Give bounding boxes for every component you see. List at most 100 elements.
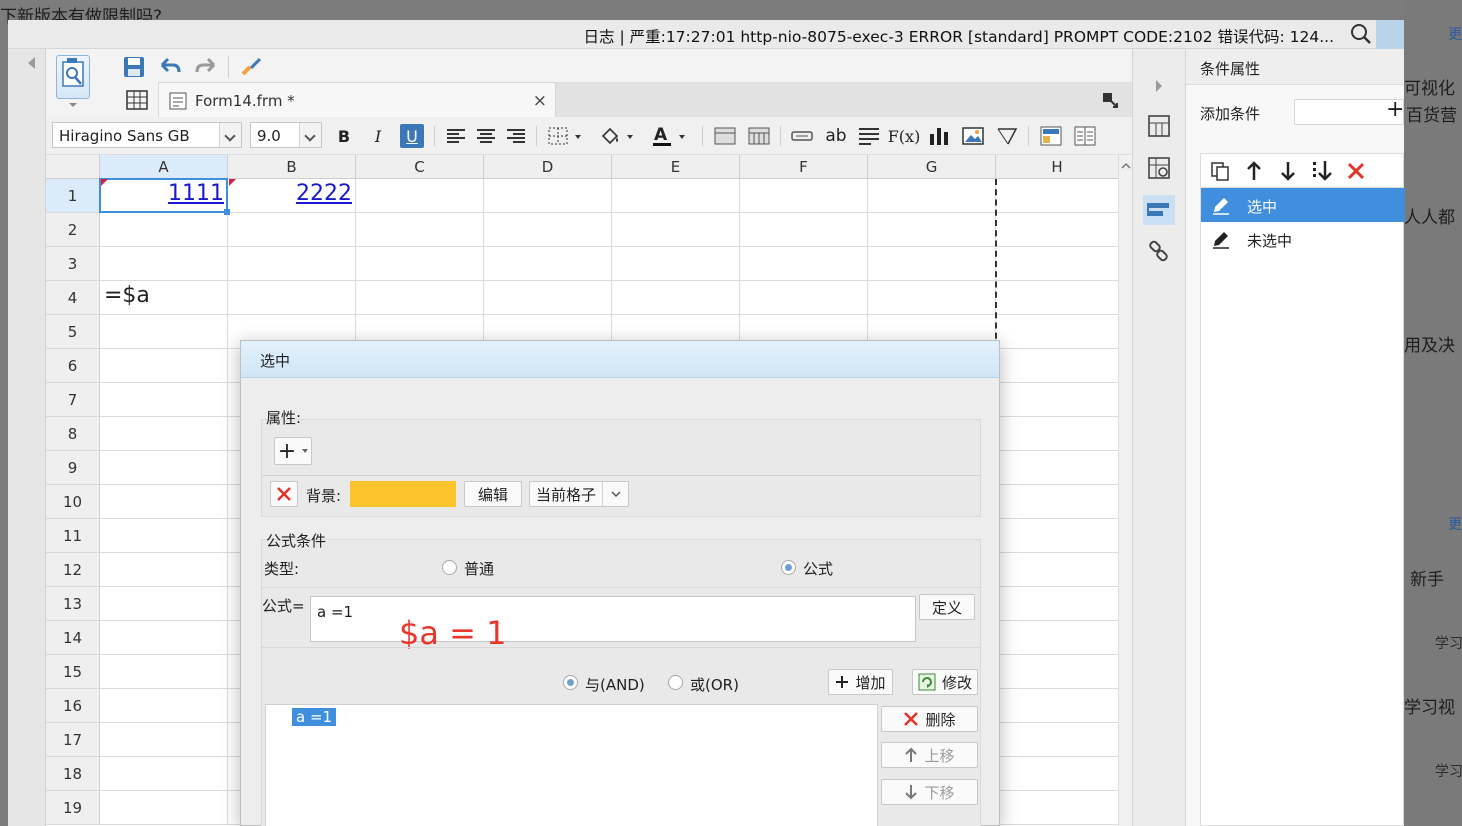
column-header-h[interactable]: H bbox=[996, 155, 1118, 179]
row-header-16[interactable]: 16 bbox=[46, 689, 100, 723]
delete-button[interactable]: 删除 bbox=[881, 706, 978, 732]
select-all-corner[interactable] bbox=[46, 155, 100, 179]
hyperlink-icon[interactable] bbox=[1143, 237, 1175, 267]
type-formula-radio[interactable] bbox=[781, 560, 796, 575]
font-family-select[interactable]: Hiragino Sans GB bbox=[52, 122, 242, 148]
modify-condition-button[interactable]: 修改 bbox=[912, 669, 978, 695]
scope-select[interactable]: 当前格子 bbox=[529, 481, 629, 507]
image-icon[interactable] bbox=[960, 124, 986, 148]
paragraph-icon[interactable] bbox=[856, 124, 882, 148]
collapse-left-icon[interactable] bbox=[28, 57, 35, 69]
cell-h4[interactable] bbox=[996, 281, 1118, 315]
row-header-13[interactable]: 13 bbox=[46, 587, 100, 621]
cell-h12[interactable] bbox=[996, 553, 1118, 587]
row-header-15[interactable]: 15 bbox=[46, 655, 100, 689]
split-cells-icon[interactable] bbox=[746, 124, 772, 148]
copy-icon[interactable] bbox=[1207, 158, 1233, 184]
chevron-down-icon[interactable] bbox=[219, 123, 241, 147]
cell-h13[interactable] bbox=[996, 587, 1118, 621]
dialog-title-bar[interactable]: 选中 bbox=[241, 341, 999, 378]
tab-menu-icon[interactable] bbox=[1102, 92, 1118, 108]
logic-or-radio[interactable] bbox=[668, 675, 683, 690]
align-left-icon[interactable] bbox=[444, 124, 468, 148]
freeze-icon[interactable] bbox=[1038, 124, 1064, 148]
cell-a7[interactable] bbox=[100, 383, 228, 417]
cell-h11[interactable] bbox=[996, 519, 1118, 553]
row-header-7[interactable]: 7 bbox=[46, 383, 100, 417]
cell-h3[interactable] bbox=[996, 247, 1118, 281]
move-up-button[interactable]: 上移 bbox=[881, 742, 978, 768]
button-widget-icon[interactable] bbox=[790, 124, 814, 148]
cell-a14[interactable] bbox=[100, 621, 228, 655]
cell-element-icon[interactable] bbox=[1143, 153, 1175, 183]
cell-b3[interactable] bbox=[228, 247, 356, 281]
delete-condition-icon[interactable] bbox=[1343, 158, 1369, 184]
cell-c3[interactable] bbox=[356, 247, 484, 281]
condition-attributes-icon[interactable] bbox=[1143, 195, 1175, 225]
cell-b2[interactable] bbox=[228, 213, 356, 247]
move-down-button[interactable]: 下移 bbox=[881, 779, 978, 805]
column-header-d[interactable]: D bbox=[484, 155, 612, 179]
column-header-c[interactable]: C bbox=[356, 155, 484, 179]
cell-a5[interactable] bbox=[100, 315, 228, 349]
define-button[interactable]: 定义 bbox=[919, 594, 975, 620]
cell-h6[interactable] bbox=[996, 349, 1118, 383]
cell-a3[interactable] bbox=[100, 247, 228, 281]
background-color-swatch[interactable] bbox=[350, 481, 456, 507]
row-header-18[interactable]: 18 bbox=[46, 757, 100, 791]
row-header-17[interactable]: 17 bbox=[46, 723, 100, 757]
row-header-5[interactable]: 5 bbox=[46, 315, 100, 349]
background-link[interactable]: 更 bbox=[1448, 514, 1462, 534]
condition-item-unselected[interactable]: 未选中 bbox=[1201, 222, 1405, 256]
condition-expression-list[interactable]: a =1 bbox=[265, 704, 878, 826]
cell-g1[interactable] bbox=[868, 179, 996, 213]
row-header-6[interactable]: 6 bbox=[46, 349, 100, 383]
cell-c4[interactable] bbox=[356, 281, 484, 315]
cell-d4[interactable] bbox=[484, 281, 612, 315]
fill-handle[interactable] bbox=[224, 209, 230, 215]
log-message[interactable]: 日志 | 严重:17:27:01 http-nio-8075-exec-3 ER… bbox=[584, 25, 1334, 47]
bold-button[interactable]: B bbox=[334, 124, 354, 148]
row-header-3[interactable]: 3 bbox=[46, 247, 100, 281]
cell-d3[interactable] bbox=[484, 247, 612, 281]
cell-d1[interactable] bbox=[484, 179, 612, 213]
column-header-f[interactable]: F bbox=[740, 155, 868, 179]
slash-line-icon[interactable] bbox=[994, 124, 1020, 148]
cell-g4[interactable] bbox=[868, 281, 996, 315]
cell-a11[interactable] bbox=[100, 519, 228, 553]
cell-a2[interactable] bbox=[100, 213, 228, 247]
condition-item-selected[interactable]: 选中 bbox=[1201, 188, 1405, 222]
column-header-b[interactable]: B bbox=[228, 155, 356, 179]
cell-c2[interactable] bbox=[356, 213, 484, 247]
cell-a15[interactable] bbox=[100, 655, 228, 689]
row-header-8[interactable]: 8 bbox=[46, 417, 100, 451]
cell-e4[interactable] bbox=[612, 281, 740, 315]
template-dropdown-icon[interactable] bbox=[69, 103, 77, 107]
save-icon[interactable] bbox=[120, 54, 148, 80]
cell-h16[interactable] bbox=[996, 689, 1118, 723]
row-header-14[interactable]: 14 bbox=[46, 621, 100, 655]
merge-cells-icon[interactable] bbox=[712, 124, 738, 148]
column-header-g[interactable]: G bbox=[868, 155, 996, 179]
column-header-a[interactable]: A bbox=[100, 155, 228, 179]
align-center-icon[interactable] bbox=[474, 124, 498, 148]
font-size-select[interactable]: 9.0 bbox=[250, 122, 322, 148]
arrow-up-icon[interactable] bbox=[1241, 158, 1267, 184]
cell-d2[interactable] bbox=[484, 213, 612, 247]
background-link[interactable]: 更 bbox=[1448, 24, 1462, 44]
vertical-scrollbar[interactable] bbox=[1118, 155, 1132, 826]
add-condition-button[interactable]: 增加 bbox=[828, 669, 893, 695]
cell-h19[interactable] bbox=[996, 791, 1118, 825]
cell-g2[interactable] bbox=[868, 213, 996, 247]
cell-attributes-icon[interactable] bbox=[1143, 111, 1175, 141]
border-icon[interactable] bbox=[546, 124, 586, 148]
cell-f2[interactable] bbox=[740, 213, 868, 247]
cell-b4[interactable] bbox=[228, 281, 356, 315]
move-bottom-icon[interactable] bbox=[1309, 158, 1335, 184]
formula-icon[interactable]: F(x) bbox=[888, 124, 921, 148]
cell-g3[interactable] bbox=[868, 247, 996, 281]
cell-h5[interactable] bbox=[996, 315, 1118, 349]
row-header-9[interactable]: 9 bbox=[46, 451, 100, 485]
cell-e3[interactable] bbox=[612, 247, 740, 281]
cell-h1[interactable] bbox=[996, 179, 1118, 213]
